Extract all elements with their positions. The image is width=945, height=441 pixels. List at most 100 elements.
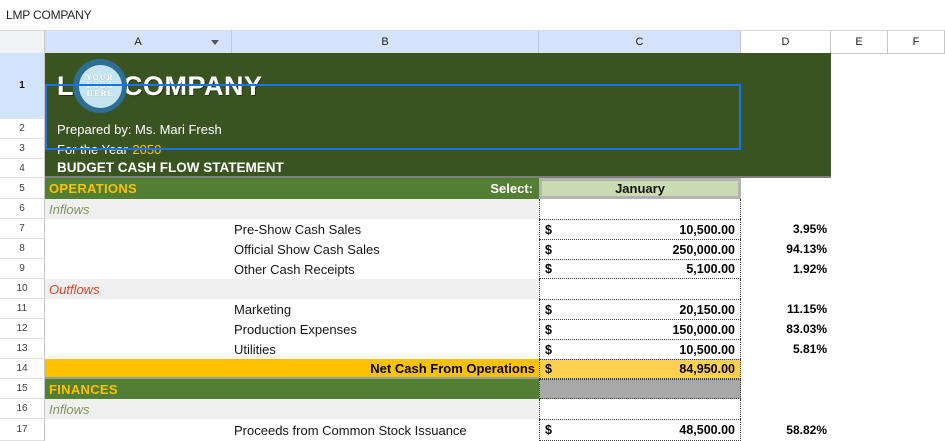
row-header-3[interactable]: 3	[0, 139, 45, 159]
amount-value: 48,500.00	[679, 423, 735, 437]
row-10: 10 Outflows	[0, 279, 945, 299]
cell-c15-gray[interactable]	[539, 379, 741, 399]
row-7: 7 Pre-Show Cash Sales $ 10,500.00 3.95%	[0, 219, 945, 239]
cell-statement-title[interactable]: BUDGET CASH FLOW STATEMENT	[45, 159, 831, 178]
row-header-15[interactable]: 15	[0, 379, 45, 399]
cell-net-cash-from-operations-label[interactable]: Net Cash From Operations	[45, 359, 539, 379]
cell-label-pre-show-cash-sales[interactable]: Pre-Show Cash Sales	[232, 219, 539, 239]
finances-section-title: FINANCES	[49, 382, 118, 397]
cell-amount-other-cash-receipts[interactable]: $ 5,100.00	[539, 259, 741, 279]
cell-inflows-operations[interactable]: Inflows	[45, 199, 539, 219]
cell-percent-proceeds-common-stock[interactable]: 58.82%	[741, 419, 831, 441]
cell-c10[interactable]	[539, 279, 741, 299]
column-header-e[interactable]: E	[831, 31, 888, 54]
cell-amount-official-show-cash-sales[interactable]: $ 250,000.00	[539, 239, 741, 259]
cell-amount-utilities[interactable]: $ 10,500.00	[539, 339, 741, 359]
row-header-6[interactable]: 6	[0, 199, 45, 219]
row-4: 4 BUDGET CASH FLOW STATEMENT	[0, 159, 945, 178]
row-1: 1 LMP COMPANY YOUR LOGO HERE	[0, 53, 945, 119]
row-12: 12 Production Expenses $ 150,000.00 83.0…	[0, 319, 945, 339]
cell-prepared-by[interactable]: Prepared by: Ms. Mari Fresh	[45, 119, 831, 139]
column-header-c[interactable]: C	[539, 31, 741, 54]
cell-percent-production-expenses[interactable]: 83.03%	[741, 319, 831, 339]
cell-net-cash-from-operations-amount[interactable]: $ 84,950.00	[539, 359, 741, 379]
row-header-16[interactable]: 16	[0, 399, 45, 419]
cell-amount-proceeds-common-stock[interactable]: $ 48,500.00	[539, 419, 741, 441]
sheet-name: LMP COMPANY	[6, 8, 91, 22]
cell-d5[interactable]	[741, 178, 831, 199]
cell-operations-section[interactable]: OPERATIONS Select:	[45, 178, 539, 199]
row-3: 3 For the Year 2050	[0, 139, 945, 159]
cell-label-marketing[interactable]: Marketing	[232, 299, 539, 319]
cell-percent-marketing[interactable]: 11.15%	[741, 299, 831, 319]
currency-symbol: $	[545, 323, 552, 337]
amount-value: 10,500.00	[679, 343, 735, 357]
cell-label-official-show-cash-sales[interactable]: Official Show Cash Sales	[232, 239, 539, 259]
column-menu-dropdown-icon[interactable]	[211, 40, 219, 45]
amount-value: 84,950.00	[679, 362, 735, 376]
select-label: Select:	[490, 181, 533, 196]
spreadsheet: A B C D E F 1 LMP COMPANY YOUR LOGO HERE…	[0, 30, 945, 441]
cell-d6[interactable]	[741, 199, 831, 219]
column-header-d[interactable]: D	[741, 31, 831, 54]
cell-inflows-finances[interactable]: Inflows	[45, 399, 539, 419]
currency-symbol: $	[545, 262, 552, 276]
cell-c6[interactable]	[539, 199, 741, 219]
select-all-corner[interactable]	[0, 31, 45, 54]
cell-percent-utilities[interactable]: 5.81%	[741, 339, 831, 359]
amount-value: 10,500.00	[679, 223, 735, 237]
cell-label-utilities[interactable]: Utilities	[232, 339, 539, 359]
cell-percent-pre-show-cash-sales[interactable]: 3.95%	[741, 219, 831, 239]
cell-amount-production-expenses[interactable]: $ 150,000.00	[539, 319, 741, 339]
cell-label-proceeds-common-stock[interactable]: Proceeds from Common Stock Issuance	[232, 419, 539, 441]
currency-symbol: $	[545, 343, 552, 357]
cell-d16[interactable]	[741, 399, 831, 419]
cell-d10[interactable]	[741, 279, 831, 299]
row-header-14[interactable]: 14	[0, 359, 45, 379]
cell-outflows-operations[interactable]: Outflows	[45, 279, 539, 299]
cell-percent-other-cash-receipts[interactable]: 1.92%	[741, 259, 831, 279]
cell-a7[interactable]	[45, 219, 232, 239]
cell-finances-section[interactable]: FINANCES	[45, 379, 539, 399]
month-select-cell[interactable]: January	[539, 178, 741, 199]
cell-for-the-year[interactable]: For the Year 2050	[45, 139, 831, 159]
cell-amount-pre-show-cash-sales[interactable]: $ 10,500.00	[539, 219, 741, 239]
row-header-9[interactable]: 9	[0, 259, 45, 279]
row-header-1[interactable]: 1	[0, 53, 45, 119]
cell-a11[interactable]	[45, 299, 232, 319]
row-header-8[interactable]: 8	[0, 239, 45, 259]
cell-d14[interactable]	[741, 359, 831, 379]
cell-a12[interactable]	[45, 319, 232, 339]
currency-symbol: $	[545, 362, 552, 376]
column-letter-a: A	[134, 36, 141, 48]
cell-c16[interactable]	[539, 399, 741, 419]
cell-percent-official-show-cash-sales[interactable]: 94.13%	[741, 239, 831, 259]
cell-a8[interactable]	[45, 239, 232, 259]
row-header-4[interactable]: 4	[0, 159, 45, 178]
row-header-11[interactable]: 11	[0, 299, 45, 319]
cell-label-production-expenses[interactable]: Production Expenses	[232, 319, 539, 339]
cell-a17[interactable]	[45, 419, 232, 441]
column-header-a[interactable]: A	[45, 31, 232, 54]
cell-company-banner[interactable]: LMP COMPANY YOUR LOGO HERE	[45, 53, 831, 119]
column-letter-b: B	[381, 36, 388, 48]
for-the-year-label: For the Year	[57, 142, 128, 157]
row-header-5[interactable]: 5	[0, 178, 45, 199]
row-header-13[interactable]: 13	[0, 339, 45, 359]
cell-label-other-cash-receipts[interactable]: Other Cash Receipts	[232, 259, 539, 279]
column-header-b[interactable]: B	[232, 31, 539, 54]
cell-a13[interactable]	[45, 339, 232, 359]
row-14: 14 Net Cash From Operations $ 84,950.00	[0, 359, 945, 379]
row-header-12[interactable]: 12	[0, 319, 45, 339]
column-letter-f: F	[913, 36, 920, 48]
cell-d15[interactable]	[741, 379, 831, 399]
row-header-17[interactable]: 17	[0, 419, 45, 441]
row-header-2[interactable]: 2	[0, 119, 45, 139]
row-5: 5 OPERATIONS Select: January	[0, 178, 945, 199]
amount-value: 20,150.00	[679, 303, 735, 317]
row-header-7[interactable]: 7	[0, 219, 45, 239]
cell-a9[interactable]	[45, 259, 232, 279]
row-header-10[interactable]: 10	[0, 279, 45, 299]
cell-amount-marketing[interactable]: $ 20,150.00	[539, 299, 741, 319]
column-header-f[interactable]: F	[888, 31, 945, 54]
